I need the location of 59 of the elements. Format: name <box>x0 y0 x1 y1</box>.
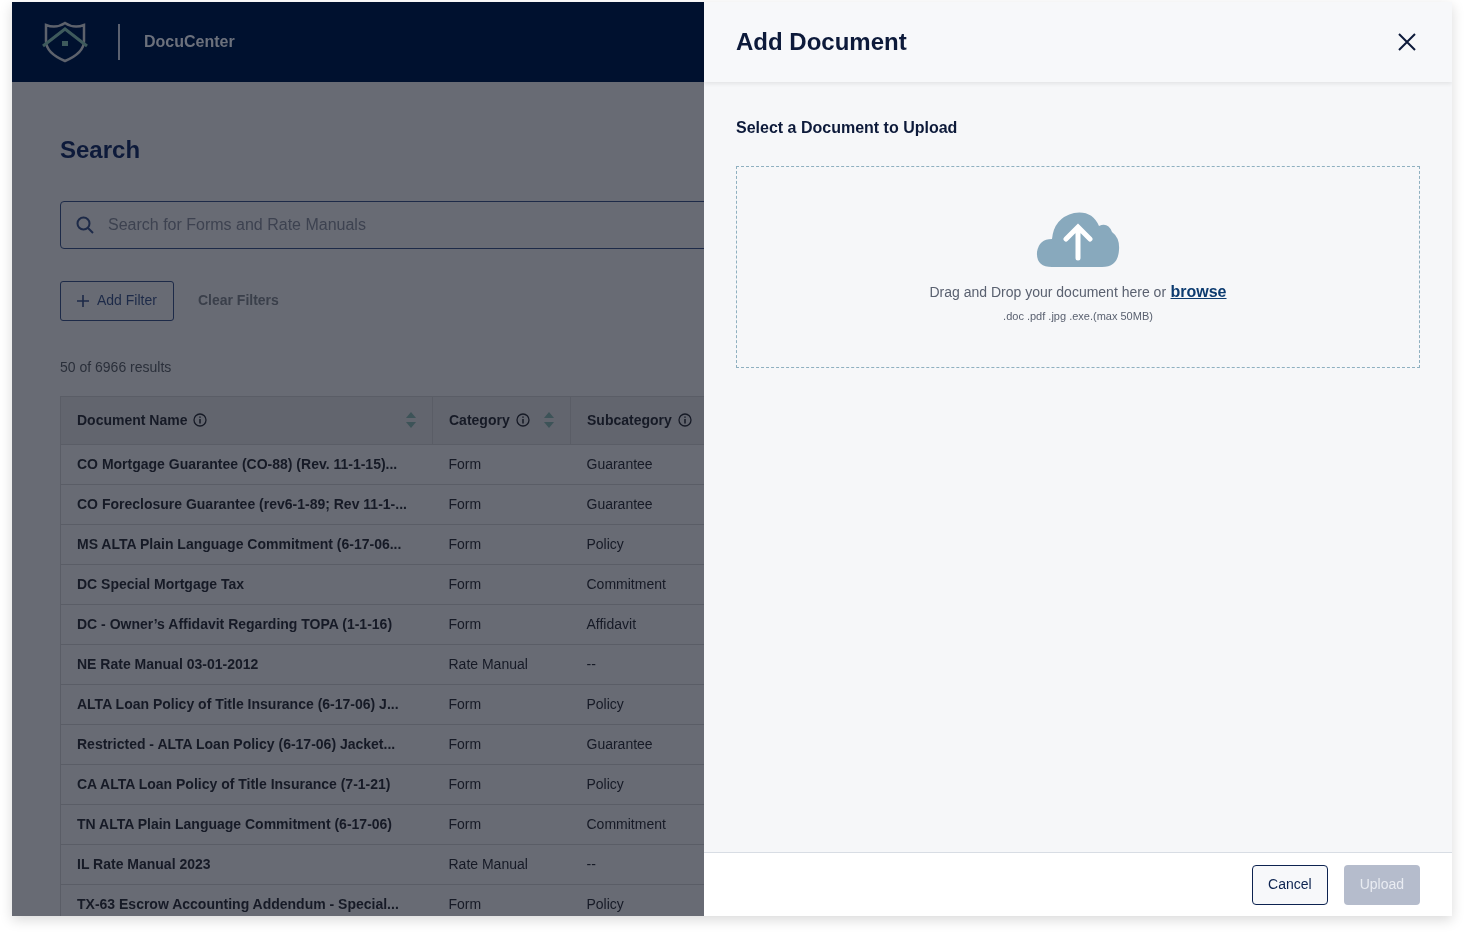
category-cell: Rate Manual <box>448 655 528 672</box>
document-name[interactable]: CO Mortgage Guarantee (CO-88) (Rev. 11-1-15)... <box>77 455 398 472</box>
subcategory-cell: Policy <box>586 895 624 912</box>
cancel-button[interactable]: Cancel <box>1252 864 1328 905</box>
document-name[interactable]: NE Rate Manual 03-01-2012 <box>77 655 259 672</box>
drawer-title: Add Document <box>736 27 907 57</box>
close-icon <box>1398 33 1416 51</box>
subcategory-cell: Commitment <box>586 575 666 592</box>
app-name: DocuCenter <box>144 32 235 52</box>
category-cell: Form <box>448 495 482 512</box>
category-cell: Form <box>448 535 482 552</box>
drop-zone[interactable]: Drag and Drop your document here or browse .doc .pdf .jpg .exe.(max 50MB) <box>736 166 1420 368</box>
column-header[interactable]: Subcategory <box>570 396 704 445</box>
category-cell: Form <box>448 895 482 912</box>
subcategory-cell: Commitment <box>586 815 666 832</box>
category-cell: Form <box>448 615 482 632</box>
document-name[interactable]: TX-63 Escrow Accounting Addendum - Special... <box>77 895 399 912</box>
plus-icon <box>77 294 89 307</box>
category-cell: Form <box>448 815 482 832</box>
column-header[interactable]: Category <box>432 396 571 445</box>
section-label: Select a Document to Upload <box>736 118 959 138</box>
sort-icon[interactable] <box>406 412 416 429</box>
subcategory-cell: -- <box>586 655 596 672</box>
subcategory-cell: Guarantee <box>586 735 653 752</box>
subcategory-cell: Guarantee <box>586 455 653 472</box>
drop-instruction: Drag and Drop your document here or <box>929 283 1167 300</box>
shield-logo-icon <box>42 21 88 63</box>
subcategory-cell: Affidavit <box>586 615 637 632</box>
add-filter-button[interactable]: Add Filter <box>60 280 174 321</box>
category-cell: Form <box>448 575 482 592</box>
subcategory-cell: Policy <box>586 535 624 552</box>
document-name[interactable]: CA ALTA Loan Policy of Title Insurance (7-1-21) <box>77 775 391 792</box>
info-icon <box>193 413 208 428</box>
category-cell: Form <box>448 695 482 712</box>
browse-link[interactable]: browse <box>1170 282 1227 300</box>
subcategory-cell: Policy <box>586 695 624 712</box>
subcategory-cell: Guarantee <box>586 495 653 512</box>
category-cell: Form <box>448 735 482 752</box>
document-name[interactable]: DC Special Mortgage Tax <box>77 575 244 592</box>
category-cell: Form <box>448 775 482 792</box>
document-name[interactable]: DC - Owner’s Affidavit Regarding TOPA (1-1-16) <box>77 615 393 632</box>
column-header[interactable]: Document Name <box>60 396 433 445</box>
sort-icon[interactable] <box>544 412 554 429</box>
info-icon <box>677 413 692 428</box>
results-count: 50 of 6966 results <box>60 357 173 377</box>
page-title: Search <box>60 136 142 165</box>
info-icon <box>515 413 530 428</box>
document-name[interactable]: Restricted - ALTA Loan Policy (6-17-06) Jacket... <box>77 735 396 752</box>
document-name[interactable]: IL Rate Manual 2023 <box>77 855 211 872</box>
subcategory-cell: Policy <box>586 775 624 792</box>
file-type-hint: .doc .pdf .jpg .exe.(max 50MB) <box>1003 308 1153 324</box>
search-icon <box>76 215 94 234</box>
category-cell: Form <box>448 455 482 472</box>
document-name[interactable]: ALTA Loan Policy of Title Insurance (6-17-06) J... <box>77 695 399 712</box>
category-cell: Rate Manual <box>448 855 528 872</box>
document-name[interactable]: TN ALTA Plain Language Commitment (6-17-06) <box>77 815 393 832</box>
document-name[interactable]: CO Foreclosure Guarantee (rev6-1-89; Rev 11-1-... <box>77 495 407 512</box>
subcategory-cell: -- <box>586 855 596 872</box>
document-name[interactable]: MS ALTA Plain Language Commitment (6-17-06... <box>77 535 402 552</box>
